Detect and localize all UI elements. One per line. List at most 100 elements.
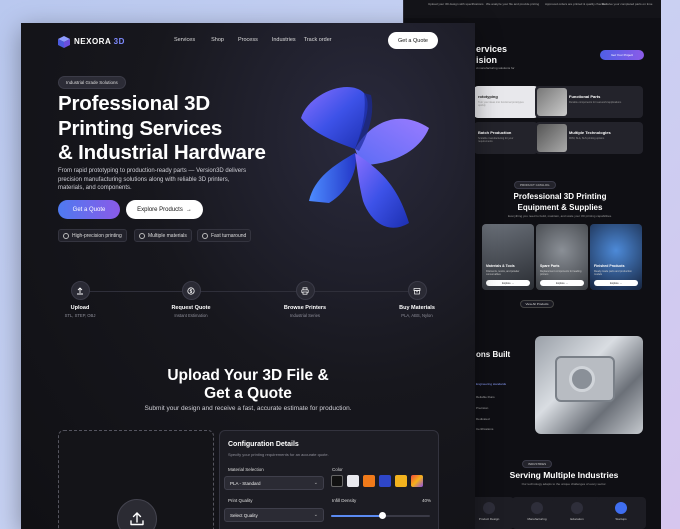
products-badge: PRODUCT CATALOG	[514, 181, 556, 189]
file-dropzone[interactable]	[58, 430, 214, 529]
service-card[interactable]: Batch Production Scalable manufacturing …	[474, 122, 538, 154]
hero-badge: Industrial Grade Solutions	[58, 76, 126, 89]
config-subtitle: Specify your printing requirements for a…	[228, 452, 329, 457]
product-title: Spare Parts	[540, 264, 560, 268]
products-title: Professional 3D Printing Equipment & Sup…	[513, 192, 607, 212]
product-desc: Filaments, resins, and powder consumable…	[486, 270, 520, 276]
service-card[interactable]: rototyping Turn your ideas into function…	[474, 86, 538, 118]
step-upload: Upload STL, STEP, OBJ	[40, 281, 120, 318]
color-swatch-white[interactable]	[347, 475, 359, 487]
built-list-item: Certifications	[476, 427, 494, 431]
services-title: ervices ision	[476, 44, 508, 65]
dollar-icon	[181, 281, 201, 300]
step-browse-printers: Browse Printers Industrial Series	[265, 281, 345, 318]
feature-chip: Fast turnaround	[197, 229, 252, 242]
top-nav: NEXORA 3D Services Shop Process Industri…	[21, 23, 475, 59]
chevron-down-icon: ⌄	[313, 512, 318, 518]
product-card[interactable]: Finished Products Ready-made parts and p…	[590, 224, 642, 290]
material-select[interactable]: PLA - Standard ⌄	[224, 476, 324, 490]
nav-link-track-order[interactable]: Track order	[304, 37, 332, 43]
printer-thumbnail	[537, 88, 567, 116]
clock-icon	[202, 232, 208, 239]
explore-button[interactable]: Explore →	[594, 280, 638, 286]
explore-button[interactable]: Explore →	[486, 280, 530, 286]
slider-fill	[331, 515, 382, 517]
layers-icon	[139, 232, 145, 239]
product-desc: Replacement components for leading print…	[540, 270, 582, 276]
upload-section-title: Upload Your 3D File & Get a Quote	[167, 367, 329, 402]
built-list-item: Engineering standards	[476, 382, 507, 386]
print-quality-select[interactable]: Select Quality ⌄	[224, 508, 324, 522]
steps-connector	[85, 291, 413, 292]
color-label: Color	[332, 467, 343, 472]
arrow-right-icon: →	[185, 206, 192, 213]
infill-density-value: 40%	[422, 498, 432, 503]
built-list-item: Precision	[476, 406, 489, 410]
slider-handle[interactable]	[379, 512, 386, 519]
nav-link-services[interactable]: Services	[174, 37, 195, 43]
service-card[interactable]: Multiple Technologies FDM, SLA, SLS prin…	[535, 122, 643, 154]
industries-subtitle: Our technology adapts to the unique chal…	[521, 482, 607, 486]
nav-link-shop[interactable]: Shop	[211, 37, 224, 43]
process-notes-strip: Upload your 3D design with specification…	[404, 0, 661, 18]
nav-link-industries[interactable]: Industries	[272, 37, 296, 43]
package-icon	[407, 281, 427, 300]
color-swatch-orange[interactable]	[363, 475, 375, 487]
printer-thumbnail	[537, 124, 567, 152]
built-list-item: Reliable Runs	[476, 395, 495, 399]
process-note: Approved orders are printed & quality ch…	[545, 2, 607, 6]
service-card-desc: Turn your ideas into functional prototyp…	[478, 101, 524, 107]
nav-links: Services Shop Process Industries Track o…	[174, 37, 346, 43]
upload-icon	[130, 512, 144, 526]
color-swatch-black[interactable]	[331, 475, 343, 487]
machinery-photo	[535, 336, 643, 434]
3d-printed-shape-illustration	[289, 73, 439, 233]
service-card-desc: Durable components for real-world applic…	[569, 101, 622, 104]
view-all-products-button[interactable]: View All Products	[520, 300, 554, 308]
service-card-desc: FDM, SLA, SLS printing options	[569, 137, 605, 140]
explore-products-label: Explore Products	[137, 206, 183, 213]
service-card-desc: Scalable manufacturing for your requirem…	[478, 137, 514, 143]
service-card-title: Functional Parts	[569, 94, 601, 99]
feature-chip: High-precision printing	[58, 229, 127, 242]
infill-density-slider[interactable]	[331, 512, 430, 519]
color-swatch-yellow[interactable]	[395, 475, 407, 487]
service-card-title: Batch Production	[478, 130, 512, 135]
explore-button[interactable]: Explore →	[540, 280, 584, 286]
get-quote-nav-button[interactable]: Get a Quote	[388, 32, 438, 49]
get-project-button[interactable]: Get Your Project	[600, 50, 644, 60]
industry-card[interactable]: Startups	[596, 497, 646, 529]
config-title: Configuration Details	[228, 441, 299, 448]
built-title: ons Built	[476, 350, 511, 359]
brand-logo[interactable]: NEXORA 3D	[58, 35, 125, 48]
chevron-down-icon: ⌄	[313, 480, 318, 486]
main-page-preview: NEXORA 3D Services Shop Process Industri…	[21, 23, 475, 529]
upload-section-subtitle: Submit your design and receive a fast, a…	[144, 405, 352, 412]
service-card-title: rototyping	[478, 94, 498, 99]
industries-title: Serving Multiple Industries	[509, 470, 619, 480]
product-card[interactable]: Materials & Tools Filaments, resins, and…	[482, 224, 534, 290]
process-note: We analyze your file and provide pricing	[486, 2, 540, 6]
color-swatch-blue[interactable]	[379, 475, 391, 487]
step-request-quote: Request Quote Instant Estimation	[151, 281, 231, 318]
product-title: Finished Products	[594, 264, 625, 268]
feature-chip: Multiple materials	[134, 229, 192, 242]
explore-products-button[interactable]: Explore Products →	[126, 200, 203, 219]
get-quote-hero-button[interactable]: Get a Quote	[58, 200, 120, 219]
printer-icon	[295, 281, 315, 300]
infill-density-label: Infill Density	[332, 498, 357, 503]
product-desc: Ready-made parts and production models	[594, 270, 632, 276]
upload-icon	[70, 281, 90, 300]
services-subtitle: d manufacturing solutions for	[476, 66, 515, 70]
service-card-title: Multiple Technologies	[569, 130, 611, 135]
cube-logo-icon	[58, 35, 70, 48]
upload-file-button[interactable]	[117, 499, 157, 529]
product-card[interactable]: Spare Parts Replacement components for l…	[536, 224, 588, 290]
color-swatch-multicolor[interactable]	[411, 475, 423, 487]
industry-card[interactable]: Education	[552, 497, 602, 529]
brand-name: NEXORA 3D	[74, 36, 125, 46]
service-card[interactable]: Functional Parts Durable components for …	[535, 86, 643, 118]
product-title: Materials & Tools	[486, 264, 515, 268]
nav-link-process[interactable]: Process	[238, 37, 258, 43]
check-circle-icon	[63, 232, 69, 239]
